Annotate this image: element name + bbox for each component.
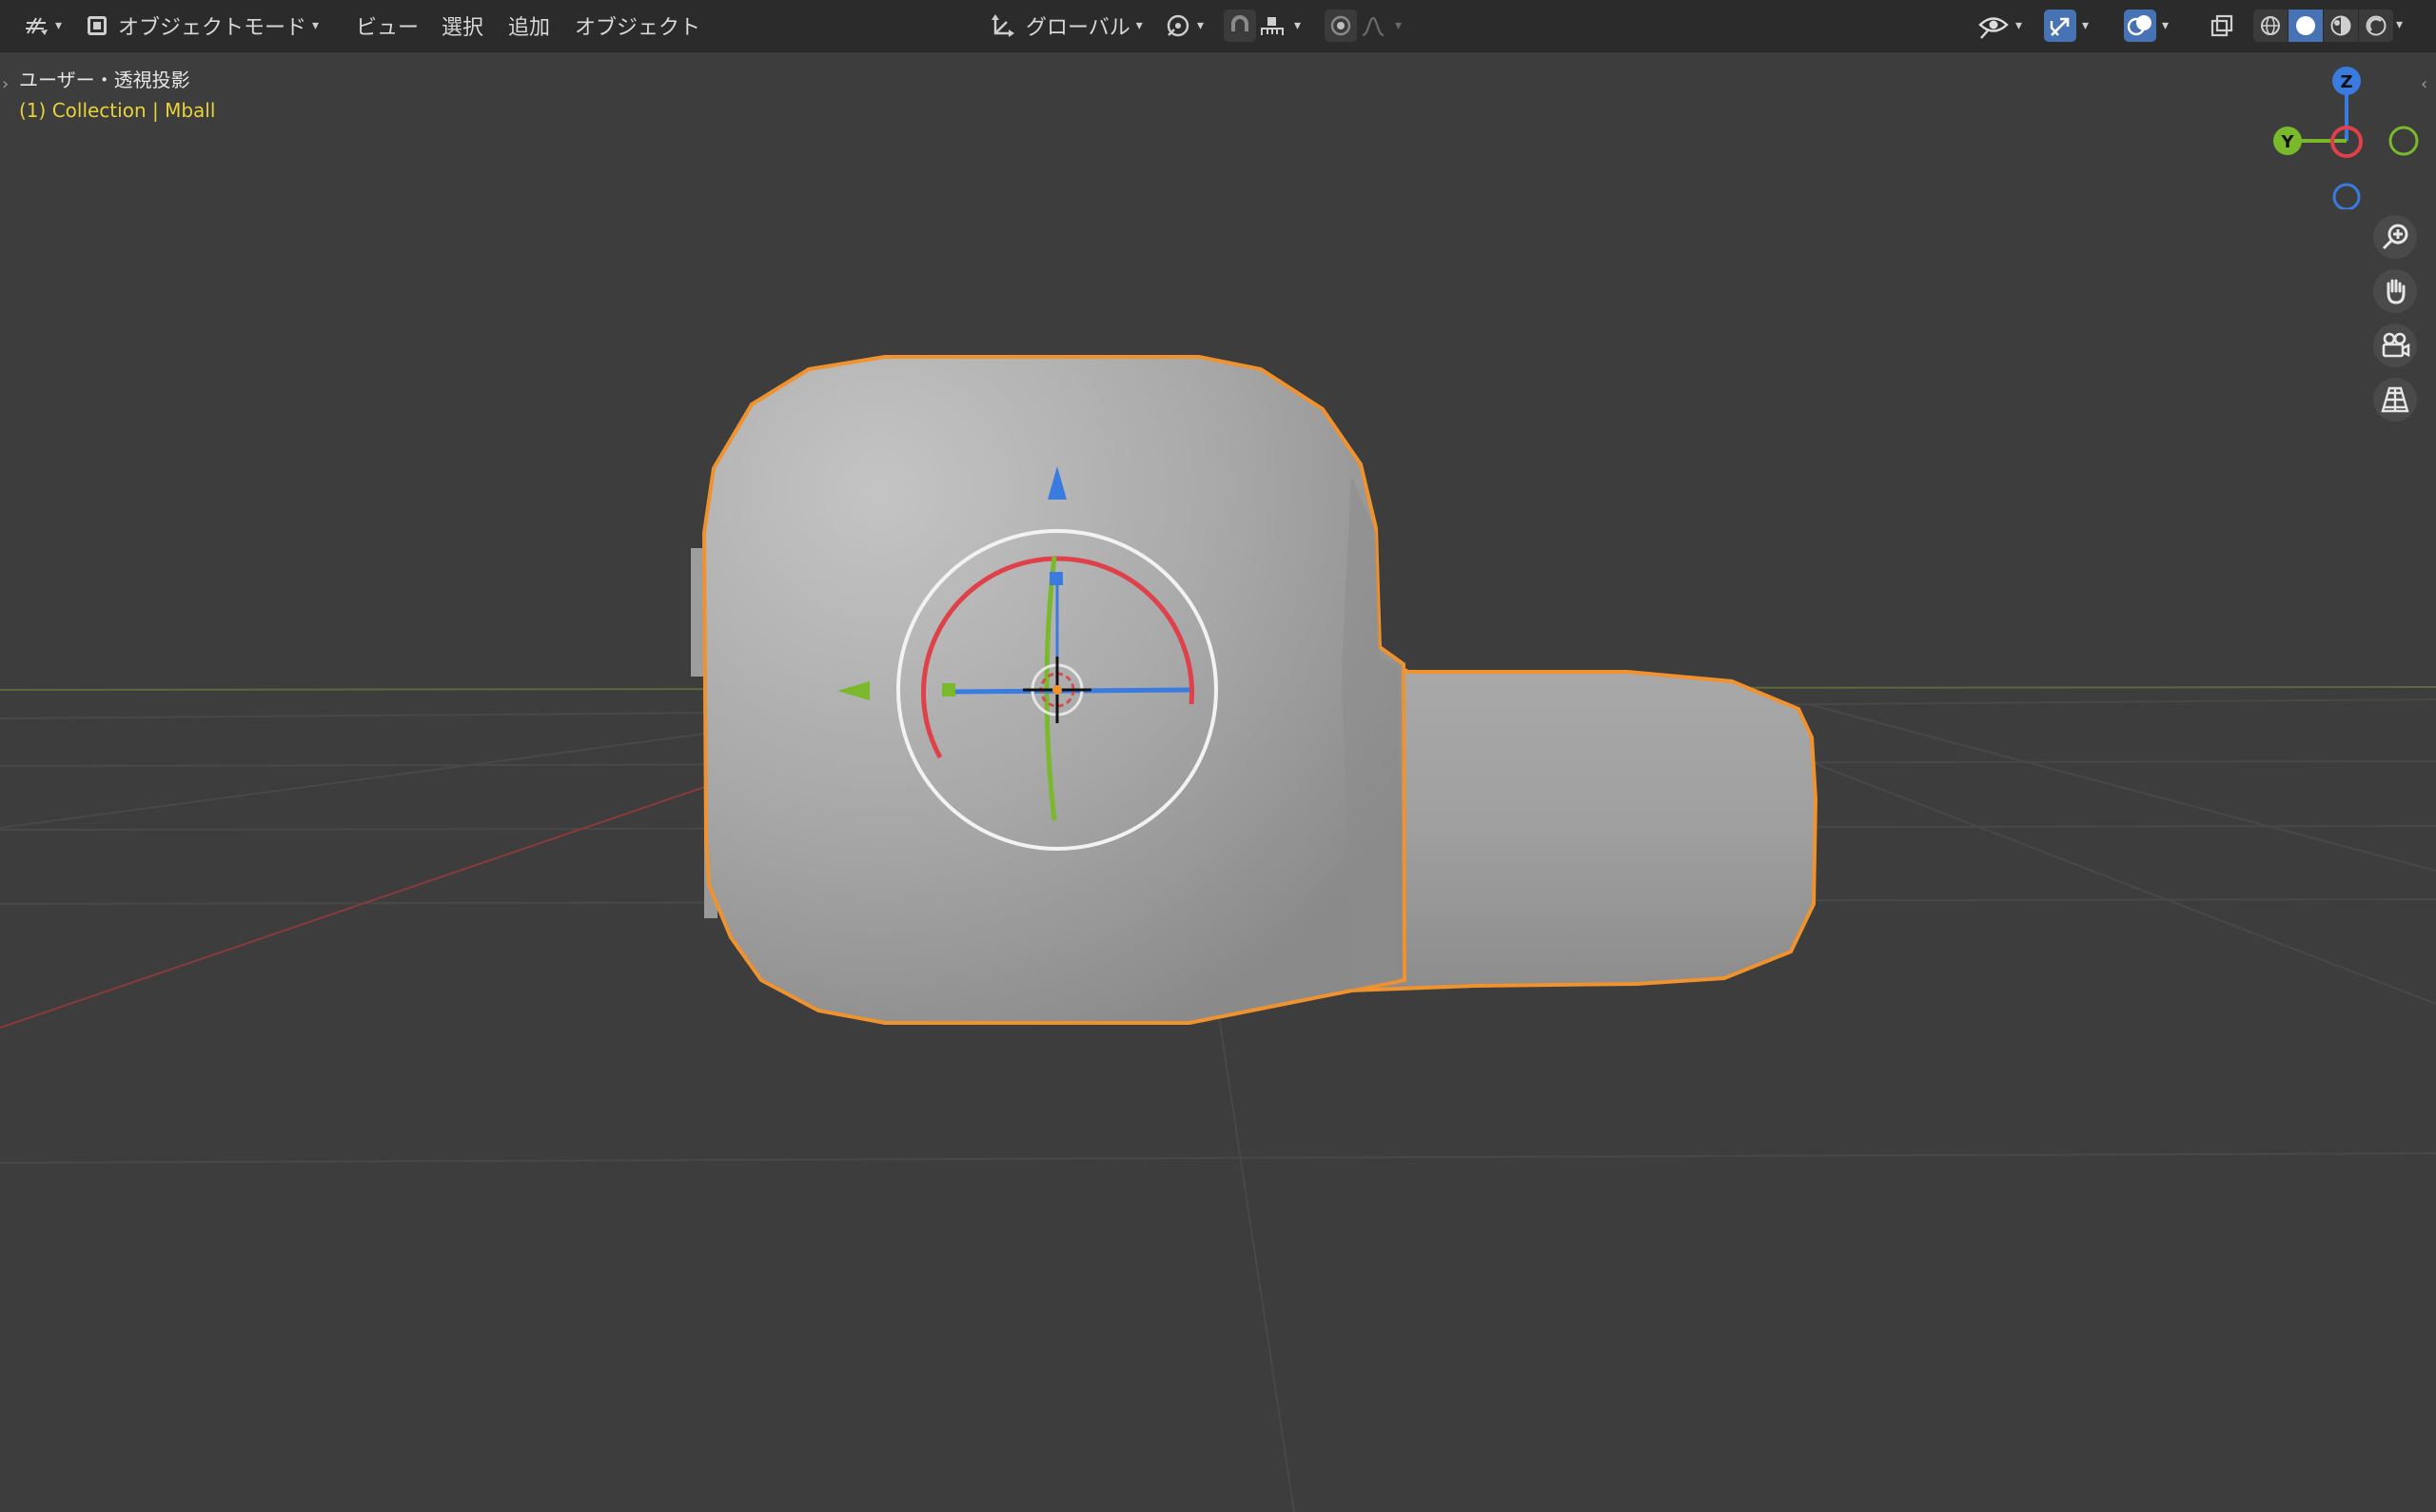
hand-pan-icon bbox=[2387, 279, 2406, 304]
overlay-circles-icon bbox=[2127, 15, 2151, 36]
y-scale-box[interactable] bbox=[942, 683, 955, 697]
eye-icon bbox=[1978, 17, 2009, 39]
proportional-edit-toggle[interactable] bbox=[1325, 10, 1357, 42]
shading-modes bbox=[2253, 8, 2393, 44]
gizmo-y-label: Y bbox=[2280, 132, 2294, 152]
viewport-header: ▾ オブジェクトモード ▾ ビュー 選択 追加 オブジェクト グローバル ▾ ▾… bbox=[0, 0, 2436, 52]
orientation-label: グローバル bbox=[1026, 16, 1130, 40]
snap-toggle[interactable] bbox=[1224, 10, 1256, 42]
material-shading-icon bbox=[2330, 15, 2351, 36]
zoom-button[interactable] bbox=[2373, 215, 2417, 259]
shading-rendered[interactable] bbox=[2359, 10, 2393, 42]
chevron-down-icon[interactable]: ▾ bbox=[2396, 17, 2403, 32]
chevron-down-icon: ▾ bbox=[1197, 18, 1205, 33]
chevron-down-icon: ▾ bbox=[1294, 18, 1302, 33]
object-mode-square-icon bbox=[88, 16, 107, 35]
pivot-point-dropdown[interactable]: ▾ bbox=[1157, 8, 1211, 44]
zoom-icon bbox=[2382, 224, 2408, 250]
xray-icon bbox=[2210, 14, 2233, 37]
gizmo-neg-z-axis[interactable] bbox=[2332, 183, 2361, 209]
chevron-down-icon: ▾ bbox=[1135, 18, 1143, 33]
menu-object[interactable]: オブジェクト bbox=[565, 8, 710, 44]
falloff-button[interactable] bbox=[1357, 10, 1389, 42]
menu-add[interactable]: 追加 bbox=[499, 8, 560, 44]
menu-select[interactable]: 選択 bbox=[432, 8, 493, 44]
rendered-shading-icon bbox=[2366, 15, 2387, 36]
visibility-group[interactable]: ▾ bbox=[1977, 8, 2028, 44]
snap-group: ▾ bbox=[1224, 8, 1306, 44]
perspective-toggle-button[interactable] bbox=[2373, 378, 2417, 422]
gizmo-z-label: Z bbox=[2340, 72, 2352, 92]
origin-dot bbox=[1052, 685, 1062, 695]
wireframe-shading-icon bbox=[2261, 16, 2280, 35]
chevron-down-icon: ▾ bbox=[1395, 18, 1403, 33]
menu-view[interactable]: ビュー bbox=[346, 8, 428, 44]
mode-dropdown[interactable]: オブジェクトモード ▾ bbox=[80, 8, 326, 44]
blender-window: ▾ オブジェクトモード ▾ ビュー 選択 追加 オブジェクト グローバル ▾ ▾… bbox=[0, 0, 2436, 1512]
gizmo-arrow-icon bbox=[2050, 17, 2070, 36]
chevron-down-icon: ▾ bbox=[55, 18, 63, 33]
proportional-group: ▾ bbox=[1325, 8, 1407, 44]
falloff-curve-icon bbox=[1362, 16, 1385, 37]
xray-button-wrap bbox=[2206, 8, 2238, 44]
chevron-down-icon: ▾ bbox=[312, 18, 320, 33]
snap-increment-icon bbox=[1261, 17, 1284, 35]
snap-target-button[interactable] bbox=[1256, 10, 1288, 42]
axes-grid-icon bbox=[26, 17, 48, 35]
proportional-dot-icon bbox=[1330, 15, 1351, 36]
orientation-axes-icon bbox=[992, 14, 1014, 37]
solid-shading-icon bbox=[2296, 16, 2315, 35]
xray-toggle[interactable] bbox=[2206, 10, 2238, 42]
body-shadow bbox=[1342, 476, 1399, 990]
overlay-group: ▾ bbox=[2124, 8, 2174, 44]
perspective-grid-icon bbox=[2381, 386, 2409, 413]
pan-button[interactable] bbox=[2373, 269, 2417, 313]
mode-label: オブジェクトモード bbox=[118, 16, 307, 40]
shading-solid[interactable] bbox=[2289, 10, 2324, 42]
camera-icon bbox=[2382, 332, 2410, 358]
editor-type-button[interactable]: ▾ bbox=[17, 8, 69, 44]
shading-wireframe[interactable] bbox=[2253, 10, 2289, 42]
chevron-down-icon[interactable]: ▾ bbox=[2162, 18, 2169, 33]
view-label: ユーザー・透視投影 bbox=[19, 69, 190, 91]
z-scale-box[interactable] bbox=[1050, 572, 1063, 585]
shading-material[interactable] bbox=[2324, 10, 2359, 42]
camera-view-button[interactable] bbox=[2373, 324, 2417, 367]
pivot-link-icon bbox=[1167, 14, 1189, 37]
viewport-3d[interactable] bbox=[0, 0, 2436, 1512]
gizmo-group: ▾ bbox=[2044, 8, 2094, 44]
overlay-toggle[interactable] bbox=[2124, 10, 2156, 42]
chevron-down-icon: ▾ bbox=[2015, 18, 2023, 33]
navigation-gizmo[interactable]: Z Y bbox=[2265, 57, 2426, 209]
gizmo-neg-y-axis[interactable] bbox=[2388, 126, 2419, 156]
gizmo-toggle[interactable] bbox=[2044, 10, 2076, 42]
collection-label: (1) Collection | Mball bbox=[19, 99, 216, 122]
magnet-icon bbox=[1231, 15, 1248, 31]
toolbar-expand-arrow-icon[interactable]: › bbox=[2, 74, 9, 94]
transform-orientation-dropdown[interactable]: グローバル ▾ bbox=[980, 8, 1150, 44]
chevron-down-icon[interactable]: ▾ bbox=[2082, 18, 2089, 33]
